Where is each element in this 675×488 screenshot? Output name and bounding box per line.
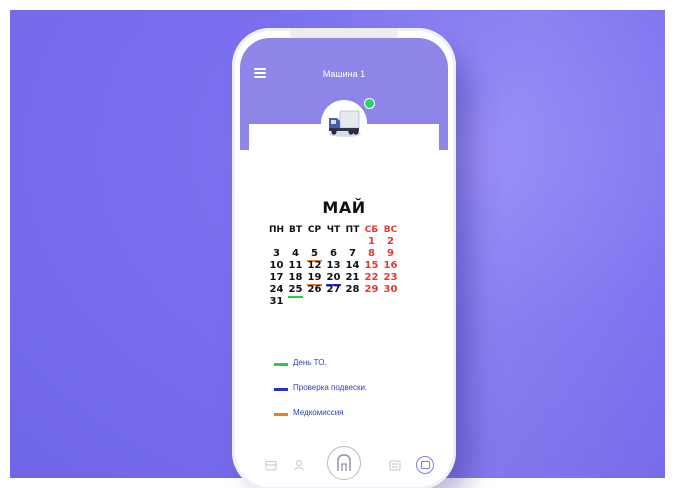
calendar-day[interactable]: 23: [381, 272, 400, 284]
calendar-day[interactable]: 28: [343, 284, 362, 296]
month-title: МАЙ: [322, 198, 366, 217]
legend-label: День ТО.: [293, 358, 327, 367]
legend-label: Медкомиссия: [293, 408, 344, 417]
calendar-grid: ПН ВТ СР ЧТ ПТ СБ ВС 1 2 3 4 5 6 7 8 9 10 11 12 13 14 15 16 17 1…: [267, 224, 447, 308]
bottom-nav: [240, 446, 448, 480]
calendar-day[interactable]: 8: [362, 248, 381, 260]
legend-label: Проверка подвески.: [293, 383, 368, 392]
app-screen: Машина 1 МАЙ ПН ВТ СР ЧТ ПТ СБ ВС 1 2 3 4 5 6 7 8 9 10 11…: [240, 38, 448, 480]
calendar-day[interactable]: 19: [305, 272, 324, 286]
weekday-label: СР: [307, 225, 322, 235]
home-icon[interactable]: [327, 446, 361, 480]
calendar-empty-cell: [362, 296, 381, 308]
calendar-empty-cell: [286, 236, 305, 248]
weekday-label: СБ: [364, 225, 379, 235]
calendar-day[interactable]: 30: [381, 284, 400, 296]
vehicle-title: Машина 1: [322, 69, 366, 79]
calendar-day[interactable]: 5: [305, 248, 324, 262]
calendar-day[interactable]: 17: [267, 272, 286, 284]
calendar-day[interactable]: 18: [286, 272, 305, 284]
calendar-day[interactable]: 9: [381, 248, 400, 260]
weekday-label: ПН: [268, 225, 285, 235]
calendar-day[interactable]: 3: [267, 248, 286, 260]
calendar-day[interactable]: 26: [305, 284, 324, 296]
calendar-day[interactable]: 6: [324, 248, 343, 260]
legend-color-line: [274, 413, 288, 416]
truck-icon: [329, 110, 361, 137]
calendar-day[interactable]: 31: [267, 296, 286, 308]
calendar-week-row: 12: [267, 236, 447, 248]
calendar-empty-cell: [343, 236, 362, 248]
calendar-day[interactable]: 16: [381, 260, 400, 272]
calendar-week-row: 3456789: [267, 248, 447, 262]
legend-color-line: [274, 363, 288, 366]
weekday-label: ВС: [383, 225, 398, 235]
calendar-empty-cell: [267, 236, 286, 248]
weekday-label: ПТ: [345, 225, 360, 235]
calendar-empty-cell: [343, 296, 362, 308]
calendar-week-row: 10 11 12 13 14 15 16: [267, 260, 447, 272]
vehicle-avatar[interactable]: [321, 100, 367, 146]
calendar-day[interactable]: 15: [362, 260, 381, 272]
calendar-day[interactable]: 14: [343, 260, 362, 272]
calendar-day[interactable]: 4: [286, 248, 305, 260]
calendar-week-row: 24 25 26 27 28 29 30: [267, 284, 447, 298]
calendar-day[interactable]: 27: [324, 284, 343, 296]
calendar-day[interactable]: 10: [267, 260, 286, 272]
phone-frame: Машина 1 МАЙ ПН ВТ СР ЧТ ПТ СБ ВС 1 2 3 4 5 6 7 8 9 10 11…: [232, 28, 456, 488]
calendar-day[interactable]: 20: [324, 272, 343, 286]
calendar-day[interactable]: 1: [362, 236, 381, 248]
online-status-dot: [364, 98, 375, 109]
calendar-empty-cell: [324, 296, 343, 308]
weekday-label: ВТ: [289, 225, 302, 235]
calendar-day[interactable]: 11: [286, 260, 305, 272]
calendar-week-row: 31: [267, 296, 447, 308]
calendar-day[interactable]: 21: [343, 272, 362, 284]
list-icon[interactable]: [388, 458, 402, 472]
legend-color-line: [274, 388, 288, 391]
calendar-day[interactable]: 7: [343, 248, 362, 260]
calendar-day[interactable]: 29: [362, 284, 381, 296]
calendar-empty-cell: [305, 236, 324, 248]
calendar-icon[interactable]: [264, 458, 278, 472]
calendar-empty-cell: [286, 296, 305, 308]
calendar-day[interactable]: 2: [381, 236, 400, 248]
calendar-day[interactable]: 22: [362, 272, 381, 284]
user-icon[interactable]: [292, 458, 306, 472]
weekday-header-row: ПН ВТ СР ЧТ ПТ СБ ВС: [267, 224, 447, 236]
calendar-day[interactable]: 25: [286, 284, 305, 298]
calendar-empty-cell: [381, 296, 400, 308]
calendar-day[interactable]: 13: [324, 260, 343, 272]
calendar-empty-cell: [305, 296, 324, 308]
calendar-empty-cell: [324, 236, 343, 248]
calendar-day[interactable]: 24: [267, 284, 286, 296]
calendar-day[interactable]: 12: [305, 260, 324, 272]
chat-icon[interactable]: [416, 456, 434, 474]
weekday-label: ЧТ: [326, 225, 341, 235]
calendar-week-row: 17 18 19 20 21 22 23: [267, 272, 447, 286]
